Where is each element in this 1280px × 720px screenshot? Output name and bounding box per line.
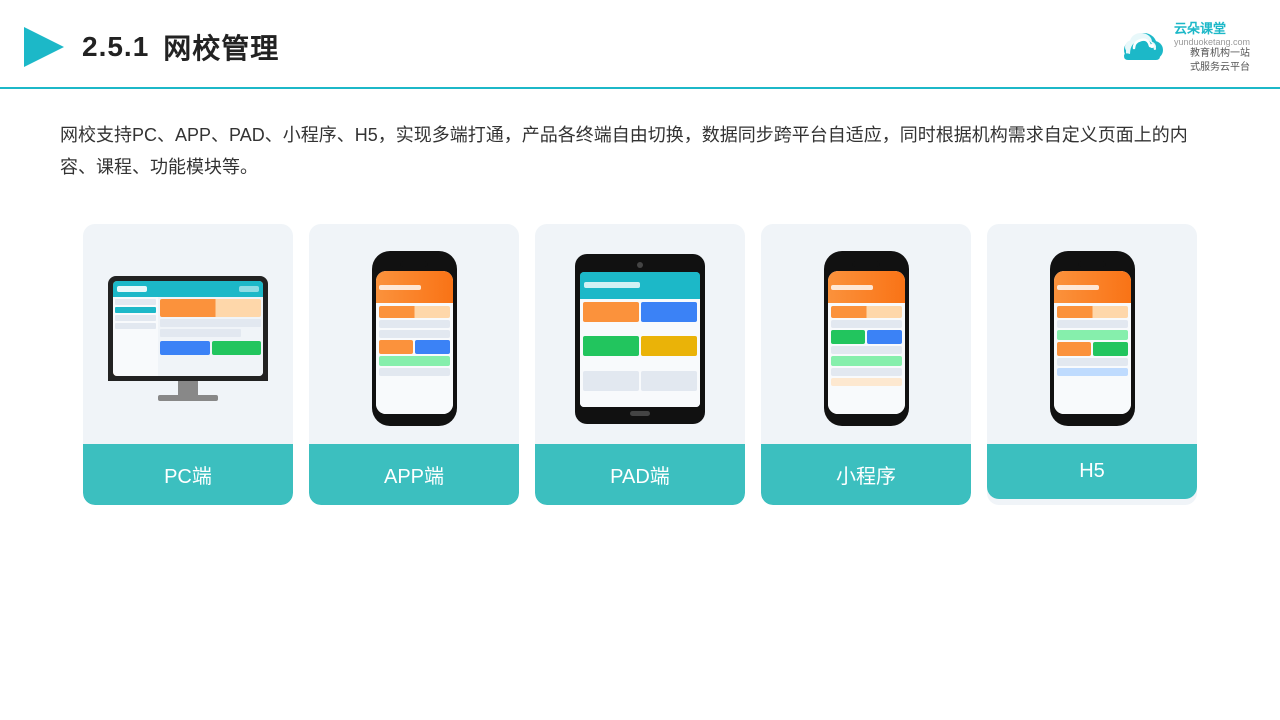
mini-row-1 — [831, 306, 902, 318]
h5-row-2 — [1057, 320, 1128, 328]
app-screen-header — [376, 271, 453, 302]
h5-label: H5 — [987, 444, 1197, 499]
tablet-header — [580, 272, 700, 299]
h5-image-area — [987, 224, 1197, 444]
app-screen-body — [376, 303, 453, 415]
tablet-screen — [580, 272, 700, 407]
pad-label: PAD端 — [535, 444, 745, 505]
app-row-2 — [379, 320, 450, 328]
phone-notch-mini — [852, 261, 880, 267]
h5-phone-device — [1050, 251, 1135, 426]
monitor-screen-inner — [113, 281, 263, 376]
app-card: APP端 — [309, 224, 519, 505]
description-paragraph: 网校支持PC、APP、PAD、小程序、H5，实现多端打通，产品各终端自由切换，数… — [60, 119, 1220, 184]
monitor-base — [158, 395, 218, 401]
app-phone-device — [372, 251, 457, 426]
header-right: 云朵课堂 yunduoketang.com 教育机构一站 式服务云平台 — [1116, 18, 1250, 75]
tablet-card-1 — [583, 302, 639, 322]
tablet-home — [630, 411, 650, 416]
monitor-screen-outer — [108, 276, 268, 381]
page-title-name: 网校管理 — [163, 27, 279, 67]
h5-phone-outer — [1050, 251, 1135, 426]
tablet-card-2 — [641, 302, 697, 322]
h5-row-green — [1057, 330, 1128, 340]
mini-row-green — [831, 356, 902, 366]
pc-image-area — [83, 224, 293, 444]
h5-screen-header — [1054, 271, 1131, 302]
page-title: 2.5.1 — [82, 31, 149, 63]
app-row-4 — [379, 368, 450, 376]
brand-text-block: 云朵课堂 yunduoketang.com 教育机构一站 式服务云平台 — [1174, 18, 1250, 75]
app-phone-screen — [376, 271, 453, 414]
mini-screen-body — [828, 303, 905, 415]
mini-label: 小程序 — [761, 444, 971, 505]
monitor-device — [108, 276, 268, 401]
mini-row-3 — [831, 346, 902, 354]
app-image-area — [309, 224, 519, 444]
brand-name: 云朵课堂 — [1174, 18, 1250, 37]
mini-header-text — [831, 285, 874, 290]
mini-phone-device — [824, 251, 909, 426]
h5-row-1 — [1057, 306, 1128, 318]
phone-notch-h5 — [1078, 261, 1106, 267]
tablet-card-3 — [583, 336, 639, 356]
miniprogram-card: 小程序 — [761, 224, 971, 505]
app-phone-outer — [372, 251, 457, 426]
h5-header-text — [1057, 285, 1100, 290]
brand-slogan: 教育机构一站 式服务云平台 — [1174, 47, 1250, 75]
brand-logo — [1116, 28, 1166, 66]
phone-notch-app — [400, 261, 428, 267]
h5-card: H5 — [987, 224, 1197, 505]
pad-image-area — [535, 224, 745, 444]
page-header: 2.5.1 网校管理 云朵课堂 — [0, 0, 1280, 89]
tablet-content — [580, 299, 700, 407]
brand-cloud-icon — [1116, 28, 1166, 66]
pad-card: PAD端 — [535, 224, 745, 505]
app-label: APP端 — [309, 444, 519, 505]
monitor-stand — [178, 381, 198, 395]
tablet-card-4 — [641, 336, 697, 356]
tablet-device — [575, 254, 705, 424]
mini-row-2 — [831, 320, 902, 328]
h5-screen-body — [1054, 303, 1131, 415]
mini-screen-header — [828, 271, 905, 302]
description-text: 网校支持PC、APP、PAD、小程序、H5，实现多端打通，产品各终端自由切换，数… — [0, 89, 1280, 204]
app-row-1 — [379, 306, 450, 318]
logo-icon — [20, 23, 68, 71]
pc-label: PC端 — [83, 444, 293, 505]
app-header-text — [379, 285, 422, 290]
mini-row-4 — [831, 368, 902, 376]
h5-row-3 — [1057, 358, 1128, 366]
tablet-outer — [575, 254, 705, 424]
app-row-green — [379, 356, 450, 366]
header-left: 2.5.1 网校管理 — [20, 23, 279, 71]
cards-container: PC端 — [0, 204, 1280, 525]
pc-card: PC端 — [83, 224, 293, 505]
app-row-3 — [379, 330, 450, 338]
mini-phone-outer — [824, 251, 909, 426]
h5-phone-screen — [1054, 271, 1131, 414]
brand-url: yunduoketang.com — [1174, 37, 1250, 47]
mini-image-area — [761, 224, 971, 444]
tablet-camera — [637, 262, 643, 268]
mini-phone-screen — [828, 271, 905, 414]
